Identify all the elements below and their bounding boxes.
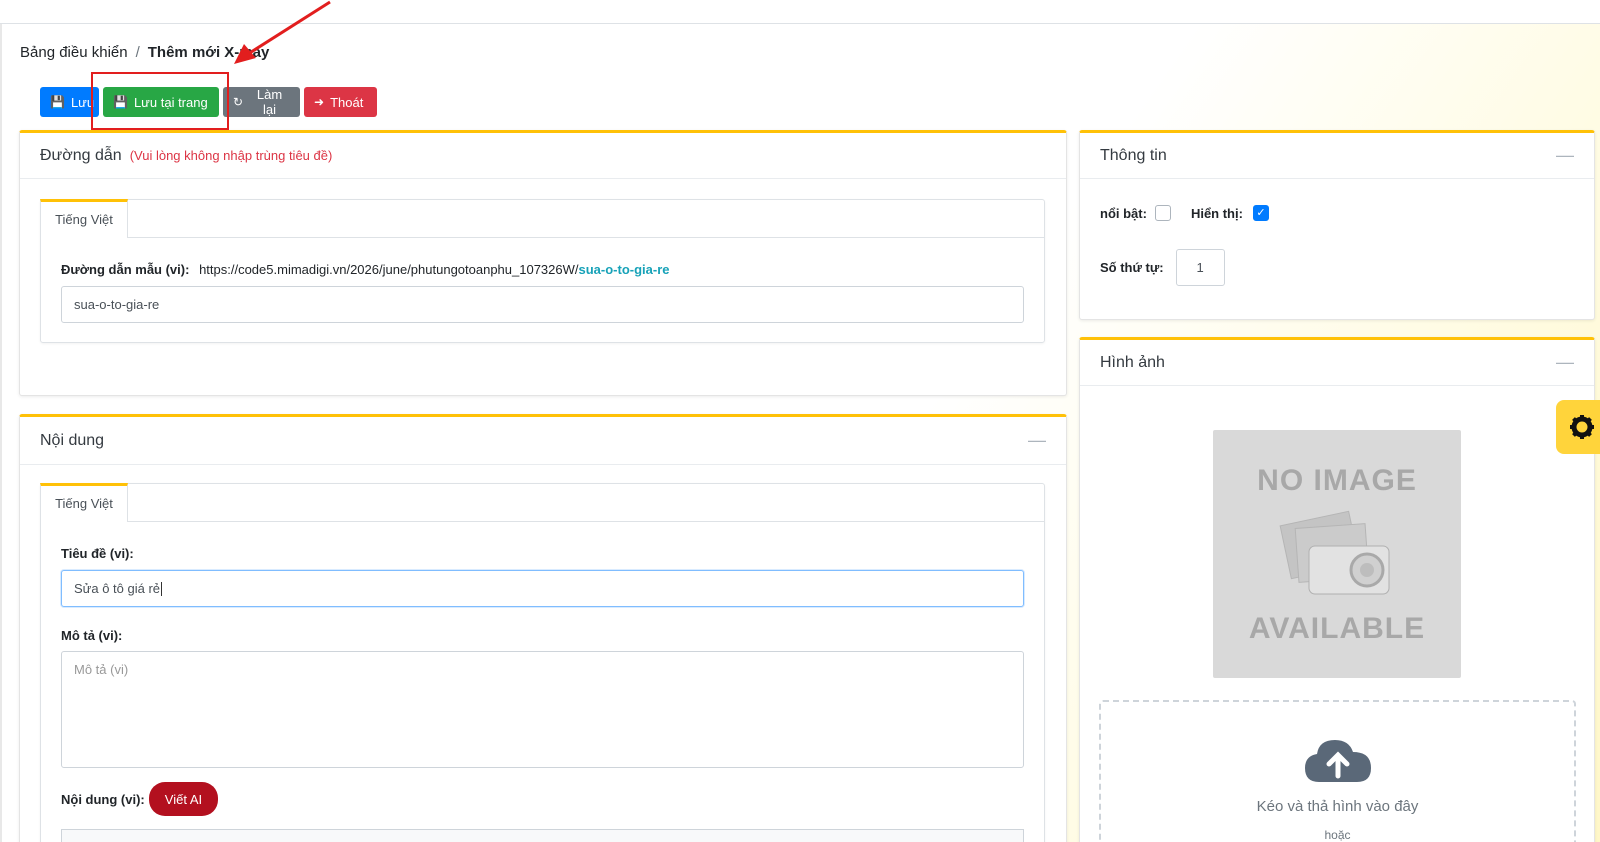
image-dropzone[interactable]: Kéo và thả hình vào đây hoặc xyxy=(1099,700,1576,842)
order-row: Số thứ tự: 1 xyxy=(1100,249,1225,286)
ai-write-button[interactable]: Viết AI xyxy=(148,782,219,816)
drop-text: Kéo và thả hình vào đây xyxy=(1256,798,1419,815)
content-collapse-icon[interactable]: — xyxy=(1028,430,1046,451)
featured-label: nổi bật: xyxy=(1100,205,1147,221)
settings-tab[interactable] xyxy=(1556,400,1600,454)
title-input[interactable]: Sửa ô tô giá rẻ xyxy=(61,570,1024,607)
sample-path-base: https://code5.mimadigi.vn/2026/june/phut… xyxy=(199,262,579,277)
path-tab-panel: Tiếng Việt Đường dẫn mẫu (vi): https://c… xyxy=(40,199,1045,343)
content-card-header: Nội dung — xyxy=(20,417,1066,465)
tab-divider xyxy=(127,237,1044,238)
body-label-row: Nội dung (vi): Viết AI xyxy=(61,782,219,816)
path-card-header: Đường dẫn (Vui lòng không nhập trùng tiê… xyxy=(20,133,1066,179)
reset-button[interactable]: ↻ Làm lại xyxy=(223,87,300,117)
slug-input[interactable]: sua-o-to-gia-re xyxy=(61,286,1024,323)
description-field-label: Mô tả (vi): xyxy=(61,628,123,643)
tab-vietnamese[interactable]: Tiếng Việt xyxy=(40,199,128,237)
content-tab-panel: Tiếng Việt Tiêu đề (vi): Sửa ô tô giá rẻ… xyxy=(40,483,1045,842)
save-icon: 💾 xyxy=(50,95,65,109)
sample-path-slug: sua-o-to-gia-re xyxy=(578,262,670,277)
or-text: hoặc xyxy=(1324,828,1351,842)
info-card-header: Thông tin — xyxy=(1080,133,1594,179)
path-card: Đường dẫn (Vui lòng không nhập trùng tiê… xyxy=(19,130,1067,396)
visible-label: Hiển thị: xyxy=(1190,205,1243,221)
order-input[interactable]: 1 xyxy=(1175,249,1225,286)
description-textarea[interactable]: Mô tả (vi) xyxy=(61,651,1024,768)
annotation-arrow xyxy=(234,0,331,64)
breadcrumb-separator: / xyxy=(135,44,140,61)
featured-checkbox[interactable] xyxy=(1154,205,1171,221)
annotation-highlight-box xyxy=(91,72,229,130)
order-label: Số thứ tự: xyxy=(1100,260,1164,275)
gear-icon xyxy=(1570,415,1594,439)
editor-toolbar xyxy=(61,829,1024,842)
tab-vietnamese-content[interactable]: Tiếng Việt xyxy=(40,483,128,521)
tab-divider-content xyxy=(127,521,1044,522)
image-collapse-icon[interactable]: — xyxy=(1556,352,1574,373)
content-card-title: Nội dung xyxy=(40,431,105,449)
no-image-text-top: NO IMAGE xyxy=(1257,464,1417,497)
body-field-label: Nội dung (vi): xyxy=(61,791,145,807)
reset-button-label: Làm lại xyxy=(256,87,283,117)
image-card-header: Hình ảnh — xyxy=(1080,340,1594,386)
info-collapse-icon[interactable]: — xyxy=(1556,145,1574,166)
camera-icon xyxy=(1279,510,1390,595)
path-card-note: (Vui lòng không nhập trùng tiêu đề) xyxy=(129,148,333,163)
exit-button-label: Thoát xyxy=(330,94,364,110)
image-card-title: Hình ảnh xyxy=(1100,353,1165,371)
sample-path-label: Đường dẫn mẫu (vi): xyxy=(61,262,190,277)
title-input-value: Sửa ô tô giá rẻ xyxy=(74,581,161,596)
main-content: Bảng điều khiển / Thêm mới X-may 💾 Lưu 💾… xyxy=(0,24,1600,842)
exit-button[interactable]: ➜ Thoát xyxy=(304,87,377,117)
cloud-upload-icon xyxy=(1305,740,1371,782)
description-placeholder: Mô tả (vi) xyxy=(74,662,129,677)
visible-checkbox[interactable]: ✓ xyxy=(1252,205,1269,221)
path-card-title: Đường dẫn xyxy=(40,146,122,164)
no-image-placeholder: NO IMAGE AVAILABLE xyxy=(1213,430,1461,678)
breadcrumb-home[interactable]: Bảng điều khiển xyxy=(20,44,128,61)
sample-path-row: Đường dẫn mẫu (vi): https://code5.mimadi… xyxy=(61,262,670,277)
flags-row: nổi bật: Hiển thị: ✓ xyxy=(1100,205,1269,221)
refresh-icon: ↻ xyxy=(233,95,244,109)
title-field-label: Tiêu đề (vi): xyxy=(61,546,134,561)
sign-out-icon: ➜ xyxy=(314,95,325,109)
info-card-title: Thông tin xyxy=(1100,146,1167,164)
content-card: Nội dung — Tiếng Việt Tiêu đề (vi): Sửa … xyxy=(19,414,1067,842)
info-card: Thông tin — nổi bật: Hiển thị: ✓ Số thứ … xyxy=(1079,130,1595,320)
no-image-text-bottom: AVAILABLE xyxy=(1248,612,1426,645)
